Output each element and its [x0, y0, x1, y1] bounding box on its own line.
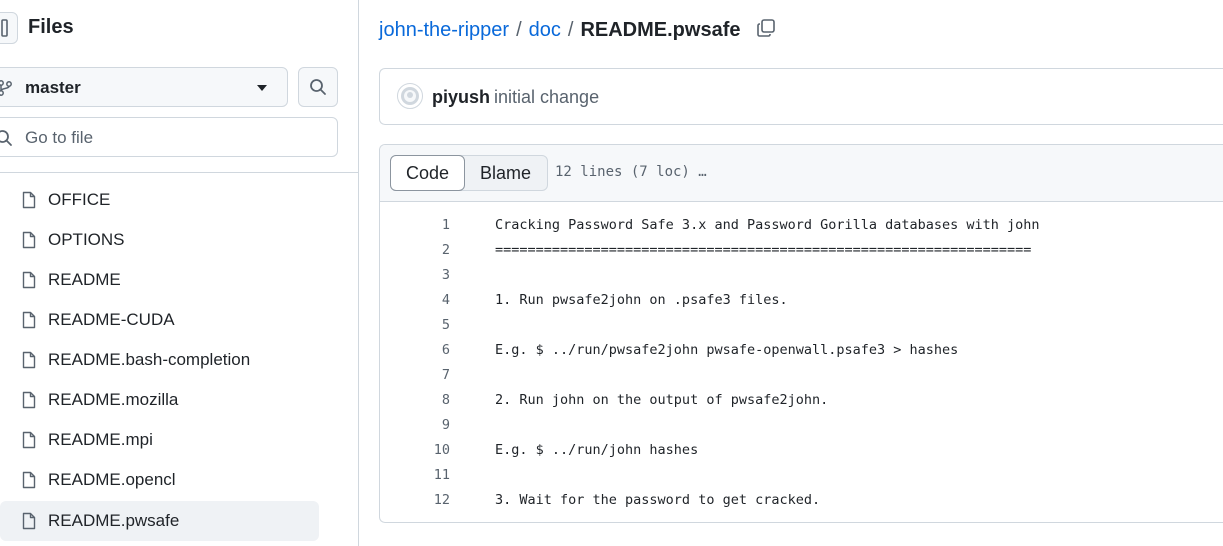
line-number[interactable]: 12 — [390, 492, 450, 508]
line-number[interactable]: 2 — [390, 242, 450, 258]
line-number[interactable]: 8 — [390, 392, 450, 408]
view-mode-toggle: Code Blame — [390, 155, 549, 191]
commit-message[interactable]: initial change — [494, 87, 599, 108]
file-icon — [22, 231, 36, 249]
avatar-placeholder-icon — [401, 87, 419, 105]
file-item-readme-cuda[interactable]: README-CUDA — [0, 300, 319, 340]
file-item-office[interactable]: OFFICE — [0, 180, 319, 220]
file-name: README.opencl — [48, 470, 176, 489]
breadcrumb-current-file: README.pwsafe — [580, 19, 741, 41]
line-content: 3. Wait for the password to get cracked. — [495, 492, 821, 508]
line-number[interactable]: 4 — [390, 292, 450, 308]
file-name: README.mpi — [48, 430, 153, 449]
file-line-count: 12 lines (7 loc) … — [555, 164, 707, 180]
file-item-readme-opencl[interactable]: README.opencl — [0, 460, 319, 500]
files-title: Files — [28, 16, 74, 38]
line-content: ========================================… — [495, 242, 1032, 258]
line-number[interactable]: 11 — [390, 467, 450, 483]
file-icon — [22, 512, 36, 530]
tab-code[interactable]: Code — [390, 155, 466, 191]
file-icon — [22, 431, 36, 449]
code-line: 2 =======================================… — [380, 238, 1223, 263]
code-line: 12 3. Wait for the password to get cracke… — [380, 488, 1223, 513]
go-to-file-input[interactable]: Go to file — [0, 117, 338, 157]
line-number[interactable]: 9 — [390, 417, 450, 433]
file-item-readme-bash-completion[interactable]: README.bash-completion — [0, 340, 319, 380]
file-item-readme-pwsafe[interactable]: README.pwsafe — [0, 501, 319, 541]
file-item-readme[interactable]: README — [0, 260, 319, 300]
file-name: README.bash-completion — [48, 350, 251, 369]
code-toolbar: Code Blame 12 lines (7 loc) … — [380, 145, 1223, 202]
code-line: 11 — [380, 463, 1223, 488]
sidebar-collapse-button[interactable] — [0, 12, 18, 44]
sidebar-collapse-icon — [1, 19, 8, 37]
file-icon — [22, 351, 36, 369]
search-icon — [0, 130, 12, 146]
code-line: 7 — [380, 363, 1223, 388]
code-line: 3 — [380, 263, 1223, 288]
file-tree-sidebar: Files master Go to file OFFICE OPTIONS R… — [0, 0, 359, 546]
line-number[interactable]: 6 — [390, 342, 450, 358]
file-name: README-CUDA — [48, 310, 175, 329]
file-name: README.mozilla — [48, 390, 179, 409]
caret-down-icon — [257, 85, 267, 91]
line-number[interactable]: 3 — [390, 267, 450, 283]
breadcrumb-repo-link[interactable]: john-the-ripper — [379, 19, 509, 42]
breadcrumb-separator: / — [516, 19, 522, 41]
avatar[interactable] — [397, 83, 423, 109]
file-item-readme-mpi[interactable]: README.mpi — [0, 420, 319, 460]
file-icon — [22, 311, 36, 329]
line-number[interactable]: 7 — [390, 367, 450, 383]
file-name: OFFICE — [48, 190, 111, 209]
line-number[interactable]: 5 — [390, 317, 450, 333]
code-line: 8 2. Run john on the output of pwsafe2joh… — [380, 388, 1223, 413]
branch-selector-button[interactable]: master — [0, 67, 288, 107]
sidebar-divider — [0, 172, 358, 173]
breadcrumb-folder-link[interactable]: doc — [529, 19, 561, 42]
tab-blame[interactable]: Blame — [464, 156, 547, 190]
file-name: OPTIONS — [48, 230, 125, 249]
file-name: README.pwsafe — [48, 511, 180, 530]
file-name: README — [48, 270, 121, 289]
line-content: E.g. $ ../run/pwsafe2john pwsafe-openwal… — [495, 342, 959, 358]
line-number[interactable]: 10 — [390, 442, 450, 458]
line-content: 1. Run pwsafe2john on .psafe3 files. — [495, 292, 788, 308]
latest-commit-box: piyush initial change — [379, 68, 1223, 125]
code-line: 5 — [380, 313, 1223, 338]
file-icon — [22, 391, 36, 409]
line-number[interactable]: 1 — [390, 217, 450, 233]
code-viewer: Code Blame 12 lines (7 loc) … 1 Cracking … — [379, 144, 1223, 523]
search-files-button[interactable] — [298, 67, 338, 107]
code-line: 4 1. Run pwsafe2john on .psafe3 files. — [380, 288, 1223, 313]
breadcrumb-separator: / — [567, 19, 574, 41]
line-content: 2. Run john on the output of pwsafe2john… — [495, 392, 829, 408]
copy-path-button[interactable] — [756, 18, 776, 44]
code-line: 1 Cracking Password Safe 3.x and Password… — [380, 213, 1223, 238]
file-item-options[interactable]: OPTIONS — [0, 220, 319, 260]
go-to-file-placeholder: Go to file — [25, 128, 94, 147]
copy-icon — [757, 19, 776, 37]
code-line: 10 E.g. $ ../run/john hashes — [380, 438, 1223, 463]
file-icon — [22, 271, 36, 289]
branch-name: master — [25, 78, 81, 97]
file-item-readme-mozilla[interactable]: README.mozilla — [0, 380, 319, 420]
git-branch-icon — [0, 80, 12, 96]
file-icon — [22, 471, 36, 489]
commit-author[interactable]: piyush — [432, 87, 490, 108]
search-icon — [310, 79, 326, 95]
code-line: 6 E.g. $ ../run/pwsafe2john pwsafe-openwa… — [380, 338, 1223, 363]
file-icon — [22, 191, 36, 209]
code-line: 9 — [380, 413, 1223, 438]
line-content: Cracking Password Safe 3.x and Password … — [495, 217, 1040, 233]
file-view: john-the-ripper / doc / README.pwsafe pi… — [359, 0, 1223, 546]
line-content: E.g. $ ../run/john hashes — [495, 442, 699, 458]
breadcrumb: john-the-ripper / doc / README.pwsafe — [379, 16, 776, 42]
